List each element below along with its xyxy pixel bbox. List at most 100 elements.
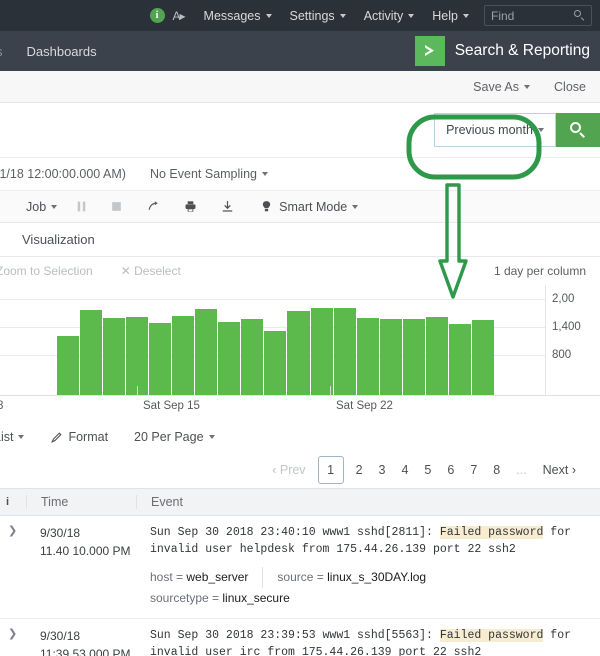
chevron-down-icon xyxy=(339,13,346,18)
run-search-button[interactable] xyxy=(556,113,600,147)
chevron-down-icon xyxy=(352,204,359,209)
stop-icon[interactable] xyxy=(110,200,123,213)
chart-bar[interactable] xyxy=(379,319,402,395)
chart-bar[interactable] xyxy=(149,323,172,395)
x-tick-mark xyxy=(137,386,138,396)
field-key: sourcetype xyxy=(150,591,209,606)
chart-bar[interactable] xyxy=(310,308,333,395)
column-header-index: i xyxy=(6,496,10,508)
zoom-to-selection-button[interactable]: Zoom to Selection xyxy=(0,264,93,278)
search-query-input[interactable] xyxy=(0,114,434,146)
chart-bar[interactable] xyxy=(425,317,448,395)
app-bar: s Dashboards Search & Reporting xyxy=(0,31,600,71)
share-arrow-icon[interactable] xyxy=(147,200,160,213)
results-toolbar: List Format 20 Per Page xyxy=(0,422,600,452)
nav-settings[interactable]: Settings xyxy=(290,9,346,23)
save-as-button[interactable]: Save As xyxy=(473,80,531,94)
chart-bar[interactable] xyxy=(448,323,471,395)
chevron-down-icon xyxy=(265,13,272,18)
timeline-bar-chart[interactable]: 2,00 1,400 800 xyxy=(0,285,600,395)
chart-bar[interactable] xyxy=(356,318,379,395)
smart-mode-dropdown[interactable]: Smart Mode xyxy=(260,200,359,214)
time-range-picker[interactable]: Previous month xyxy=(434,113,556,147)
column-header-event: Event xyxy=(136,495,600,509)
chevron-down-icon xyxy=(408,13,415,18)
info-circle-icon[interactable]: i xyxy=(149,8,165,23)
field-value: linux_s_30DAY.log xyxy=(327,569,427,584)
row-event: Sun Sep 30 2018 23:40:10 www1 sshd[2811]… xyxy=(136,516,600,618)
job-dropdown[interactable]: Job xyxy=(26,199,58,214)
chart-bar[interactable] xyxy=(103,318,126,395)
event-raw-text: Sun Sep 30 2018 23:39:53 www1 sshd[5563]… xyxy=(150,627,592,656)
export-download-icon[interactable] xyxy=(221,200,234,213)
chart-bar[interactable] xyxy=(333,308,356,395)
pagination-page-8[interactable]: 8 xyxy=(493,463,500,477)
pagination-page-6[interactable]: 6 xyxy=(447,463,454,477)
pagination-page-1[interactable]: 1 xyxy=(317,456,344,484)
x-tick-mark xyxy=(330,386,331,396)
lightbulb-icon xyxy=(262,201,271,212)
pause-icon[interactable] xyxy=(75,200,88,213)
table-row[interactable]: ❯ 9/30/18 11:39 53.000 PM Sun Sep 30 201… xyxy=(0,618,600,656)
pagination-prev-label: Prev xyxy=(279,463,306,477)
row-clock: 11:39 53.000 PM xyxy=(40,646,131,656)
search-icon xyxy=(570,122,586,138)
chart-bar[interactable] xyxy=(264,331,287,395)
pagination-page-2[interactable]: 2 xyxy=(356,463,363,477)
nav-dashboards[interactable]: Dashboards xyxy=(27,44,97,59)
per-page-label: 20 Per Page xyxy=(134,430,204,444)
save-close-row: Save As Close xyxy=(0,71,600,103)
chart-bar[interactable] xyxy=(80,310,103,395)
pointer-icon[interactable]: A▸ xyxy=(173,9,186,23)
chart-bar[interactable] xyxy=(287,311,310,395)
chart-column-unit: 1 day per column xyxy=(493,264,586,278)
chart-bar[interactable] xyxy=(402,319,425,395)
chart-bar[interactable] xyxy=(195,309,218,395)
nav-messages[interactable]: Messages xyxy=(204,9,272,23)
chevron-down-icon xyxy=(537,128,544,132)
x-icon: ✕ xyxy=(120,264,131,278)
table-row[interactable]: ❯ 9/30/18 11.40 10.000 PM Sun Sep 30 201… xyxy=(0,516,600,619)
nav-help[interactable]: Help xyxy=(432,9,469,23)
y-tick-label: 1,400 xyxy=(552,321,581,333)
nav-activity[interactable]: Activity xyxy=(364,9,415,23)
find-input[interactable]: Find xyxy=(484,5,592,26)
visualization-tab-label: Visualization xyxy=(22,232,95,247)
event-field-source[interactable]: source = linux_s_30DAY.log xyxy=(277,567,440,589)
event-sampling-row: /1/18 12:00:00.000 AM) No Event Sampling xyxy=(0,158,600,191)
x-tick-label: 8 xyxy=(0,400,4,412)
format-button[interactable]: Format xyxy=(50,430,108,444)
nav-activity-label: Activity xyxy=(363,8,404,23)
chart-bar[interactable] xyxy=(471,319,494,395)
visualization-tab[interactable]: Visualization xyxy=(0,223,600,257)
pagination-ellipsis: ... xyxy=(516,463,527,477)
chart-bar[interactable] xyxy=(218,321,241,395)
row-clock: 11.40 10.000 PM xyxy=(40,544,131,558)
pagination-page-7[interactable]: 7 xyxy=(470,463,477,477)
chevron-down-icon xyxy=(524,84,531,89)
event-field-sourcetype[interactable]: sourcetype = linux_secure xyxy=(150,588,592,610)
deselect-button[interactable]: ✕ Deselect xyxy=(121,264,181,278)
pagination-next[interactable]: Next › xyxy=(543,463,576,477)
per-page-dropdown[interactable]: 20 Per Page xyxy=(134,430,215,444)
chart-bar[interactable] xyxy=(126,317,149,395)
event-highlight: Failed password xyxy=(439,628,544,642)
pagination-page-4[interactable]: 4 xyxy=(401,463,408,477)
event-sampling-dropdown[interactable]: No Event Sampling xyxy=(150,167,268,181)
list-view-dropdown[interactable]: List xyxy=(0,430,25,444)
row-date: 9/30/18 xyxy=(40,526,81,540)
job-label: Job xyxy=(26,199,47,214)
pagination-page-5[interactable]: 5 xyxy=(424,463,431,477)
close-button[interactable]: Close xyxy=(554,80,586,94)
printer-icon[interactable] xyxy=(184,200,197,213)
chart-bar[interactable] xyxy=(172,316,195,395)
chart-bar[interactable] xyxy=(241,319,264,395)
chart-y-axis: 2,00 1,400 800 xyxy=(545,285,600,395)
event-field-host[interactable]: host = web_server xyxy=(150,566,264,589)
x-tick-label: Sat Sep 22 xyxy=(336,400,393,412)
expand-row-chevron-right-icon[interactable]: ❯ xyxy=(0,516,26,618)
chart-bar[interactable] xyxy=(57,335,80,395)
expand-row-chevron-right-icon[interactable]: ❯ xyxy=(0,619,26,656)
pagination-page-3[interactable]: 3 xyxy=(379,463,386,477)
pagination-prev[interactable]: ‹ Prev xyxy=(272,463,305,477)
